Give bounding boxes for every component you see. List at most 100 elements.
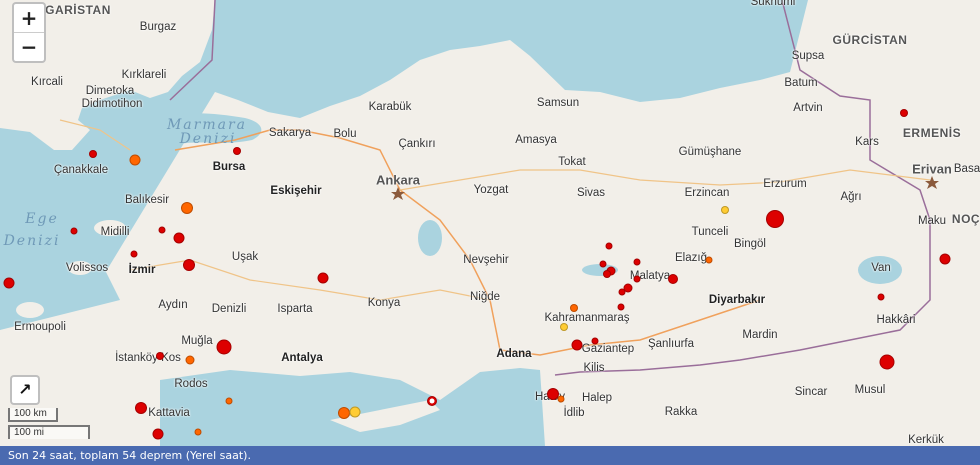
expand-map-button[interactable]: ↗ xyxy=(10,375,40,405)
earthquake-marker[interactable] xyxy=(349,406,361,418)
earthquake-marker[interactable] xyxy=(129,154,141,166)
earthquake-marker[interactable] xyxy=(70,227,78,235)
earthquake-marker[interactable] xyxy=(560,323,568,331)
map-label-adana: Adana xyxy=(496,348,532,360)
map-label-ermenis: ERMENİS xyxy=(902,126,962,140)
map-label-konya: Konya xyxy=(367,297,401,309)
earthquake-marker[interactable] xyxy=(618,288,626,296)
map-label-nigde: Niğde xyxy=(469,291,501,303)
earthquake-marker[interactable] xyxy=(570,304,578,312)
map-label-rakka: Rakka xyxy=(664,406,698,418)
map-label-ege: Ege xyxy=(25,211,59,227)
earthquake-marker[interactable] xyxy=(216,339,232,355)
map-label-maku: Maku xyxy=(917,215,947,227)
map-base xyxy=(0,0,980,446)
earthquake-marker[interactable] xyxy=(668,274,678,284)
earthquake-marker[interactable] xyxy=(225,397,233,405)
earthquake-marker[interactable] xyxy=(879,354,895,370)
earthquake-marker[interactable] xyxy=(877,293,885,301)
map-label-halep: Halep xyxy=(581,392,613,404)
map-label-cankiri: Çankırı xyxy=(398,138,436,150)
earthquake-marker[interactable] xyxy=(338,407,350,419)
earthquake-marker[interactable] xyxy=(194,428,202,436)
earthquake-marker[interactable] xyxy=(900,109,908,117)
map-label-artvin: Artvin xyxy=(793,102,823,114)
map-label-diyarbakir: Diyarbakır xyxy=(708,294,766,306)
map-label-garistan: GARİSTAN xyxy=(45,3,111,17)
map-label-kahramanmaras: Kahramanmaraş xyxy=(544,312,630,324)
zoom-in-button[interactable]: + xyxy=(14,4,44,32)
earthquake-marker[interactable] xyxy=(605,242,613,250)
map-label-aydin: Aydın xyxy=(158,299,188,311)
map-label-antalya: Antalya xyxy=(281,352,323,364)
map-label-izmir: İzmir xyxy=(128,264,156,276)
earthquake-marker[interactable] xyxy=(939,253,951,265)
earthquake-marker[interactable] xyxy=(603,270,611,278)
map-label-samsun: Samsun xyxy=(536,97,580,109)
map-label-ermoupoli: Ermoupoli xyxy=(14,321,66,333)
map-label-agri: Ağrı xyxy=(840,191,862,203)
earthquake-marker[interactable] xyxy=(181,202,193,214)
earthquake-marker[interactable] xyxy=(633,275,641,283)
map-label-kilis: Kilis xyxy=(583,362,605,374)
earthquake-marker[interactable] xyxy=(571,339,583,351)
map-label-erivan: Erivan xyxy=(912,161,952,177)
earthquake-marker[interactable] xyxy=(185,355,195,365)
earthquake-marker[interactable] xyxy=(135,402,147,414)
map-label-kars: Kars xyxy=(855,136,879,148)
earthquake-marker[interactable] xyxy=(89,150,97,158)
map-label-isparta: Isparta xyxy=(277,303,313,315)
map-label-idlib: İdlib xyxy=(563,407,585,419)
map-label-kirklareli: Kırklareli xyxy=(121,69,167,81)
map-label-yozgat: Yozgat xyxy=(473,184,509,196)
map-label-balikesir: Balıkesir xyxy=(124,194,170,206)
earthquake-marker[interactable] xyxy=(183,259,195,271)
map-label-bursa: Bursa xyxy=(212,161,246,173)
map-label-batum: Batum xyxy=(784,77,818,89)
earthquake-marker[interactable] xyxy=(617,303,625,311)
map-label-erzincan: Erzincan xyxy=(684,187,730,199)
map-label-rodos: Rodos xyxy=(174,378,208,390)
zoom-out-button[interactable]: − xyxy=(14,32,44,61)
map-label-karabuk: Karabük xyxy=(368,101,412,113)
map-label-eskisehir: Eskişehir xyxy=(270,185,322,197)
map-label-supsa: Supsa xyxy=(791,50,825,62)
earthquake-marker[interactable] xyxy=(721,206,729,214)
earthquake-marker[interactable] xyxy=(599,260,607,268)
scale-km: 100 km xyxy=(8,408,58,422)
map-label-elazig: Elazığ xyxy=(675,252,707,264)
map-label-bolu: Bolu xyxy=(333,128,357,140)
map-label-sukhumi: Sukhumi xyxy=(750,0,796,8)
map-label-noc: NOÇ xyxy=(951,212,980,226)
earthquake-marker[interactable] xyxy=(173,232,185,244)
earthquake-marker[interactable] xyxy=(633,258,641,266)
map-label-sakarya: Sakarya xyxy=(268,127,312,139)
earthquake-marker[interactable] xyxy=(557,395,565,403)
map-label-gaziantep: Gaziantep xyxy=(581,343,635,355)
map-label-gumushane: Gümüşhane xyxy=(678,146,742,158)
earthquake-marker[interactable] xyxy=(152,428,164,440)
earthquake-marker[interactable] xyxy=(591,337,599,345)
earthquake-marker[interactable] xyxy=(317,272,329,284)
map-label-usak: Uşak xyxy=(231,251,259,263)
map-label-denizi2: Denizi xyxy=(3,233,61,249)
footer-summary: Son 24 saat, toplam 54 deprem (Yerel saa… xyxy=(0,446,980,465)
scale-mi: 100 mi xyxy=(8,425,90,439)
earthquake-marker[interactable] xyxy=(130,250,138,258)
map-label-mardin: Mardin xyxy=(742,329,778,341)
earthquake-marker[interactable] xyxy=(233,147,241,155)
map-label-istankoy: İstanköy Kos xyxy=(115,352,181,364)
map-label-denizi1: Denizi xyxy=(179,131,237,147)
map-label-nevsehir: Nevşehir xyxy=(463,254,509,266)
earthquake-marker[interactable] xyxy=(705,256,713,264)
map-label-sincar: Sincar xyxy=(794,386,828,398)
earthquake-marker[interactable] xyxy=(158,226,166,234)
map-label-dimetoka: Dimetoka xyxy=(85,85,135,97)
earthquake-map[interactable]: GARİSTAN GÜRCİSTAN ERMENİS NOÇ Marmara Denizi… xyxy=(0,0,980,446)
map-label-mugla: Muğla xyxy=(181,335,213,347)
earthquake-marker[interactable] xyxy=(156,352,164,360)
map-label-kattavia: Kattavia xyxy=(148,407,190,419)
earthquake-marker[interactable] xyxy=(766,210,784,228)
map-label-van: Van xyxy=(871,262,891,274)
earthquake-marker[interactable] xyxy=(3,277,15,289)
